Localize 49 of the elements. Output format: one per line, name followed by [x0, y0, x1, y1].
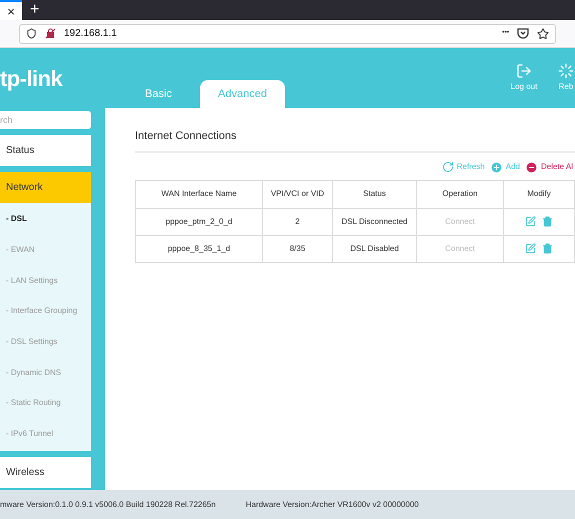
nav-tab[interactable]: Basic [145, 80, 200, 108]
search-field[interactable]: rch [0, 111, 91, 129]
refresh-icon [442, 161, 454, 173]
header-action-button[interactable]: Log out [510, 81, 538, 93]
nav-tab[interactable]: Advanced [200, 80, 285, 108]
table-cell: DSL Disabled [332, 235, 416, 262]
submenu-item[interactable]: - DSL [0, 204, 91, 235]
table-cell: pppoe_8_35_1_d [136, 235, 262, 262]
table-cell: pppoe_ptm_2_0_d [136, 208, 262, 235]
logo-text: tp-link [0, 64, 64, 93]
edit-icon[interactable] [525, 216, 536, 227]
column-header: WAN Interface Name [136, 180, 262, 208]
column-header: Operation [416, 180, 504, 208]
header-action-button[interactable]: Reb [558, 81, 574, 93]
submenu-item[interactable]: - IPv6 Tunnel [0, 418, 91, 450]
toolbar-link[interactable]: Refresh [456, 161, 485, 173]
toolbar-link[interactable]: Add [506, 161, 520, 173]
table-cell: 8/35 [262, 235, 332, 262]
reboot-icon [558, 63, 574, 79]
hardware-version: Hardware Version:Archer VR1600v v2 00000000 [246, 498, 419, 510]
submenu-item[interactable]: - Interface Grouping [0, 296, 91, 327]
sidebar-item[interactable]: Status [0, 135, 91, 166]
pocket-icon[interactable] [517, 28, 529, 39]
submenu-item[interactable]: - DSL Settings [0, 326, 91, 358]
table-cell: DSL Disconnected [332, 208, 416, 235]
submenu-item[interactable]: - Static Routing [0, 388, 91, 419]
trash-icon[interactable] [542, 243, 553, 254]
url-text: 192.168.1.1 [64, 27, 117, 41]
submenu-item[interactable]: - EWAN [0, 234, 91, 266]
edit-icon[interactable] [525, 243, 536, 254]
insecure-lock-icon [45, 28, 56, 39]
submenu-item[interactable]: - LAN Settings [0, 265, 91, 296]
delete-icon [524, 160, 538, 174]
shield-icon [26, 28, 37, 39]
column-header: Modify [504, 180, 574, 208]
logout-icon [516, 63, 532, 79]
firmware-version: mware Version:0.1.0 0.9.1 v5006.0 Build 190228 Rel.72265n [0, 498, 216, 510]
table-cell: 2 [262, 208, 332, 235]
column-header: VPI/VCI or VID [262, 180, 332, 208]
sidebar-item[interactable]: Wireless [0, 456, 91, 488]
section-title: Internet Connections [135, 128, 575, 152]
new-tab-button[interactable]: + [30, 2, 40, 18]
add-icon [490, 160, 503, 174]
submenu-item[interactable]: - Dynamic DNS [0, 357, 91, 388]
sidebar-item[interactable]: Network [0, 172, 91, 203]
trash-icon[interactable] [542, 216, 553, 227]
column-header: Status [332, 180, 416, 208]
bookmark-star-icon[interactable] [537, 28, 549, 40]
toolbar-link[interactable]: Delete Al [540, 161, 573, 173]
